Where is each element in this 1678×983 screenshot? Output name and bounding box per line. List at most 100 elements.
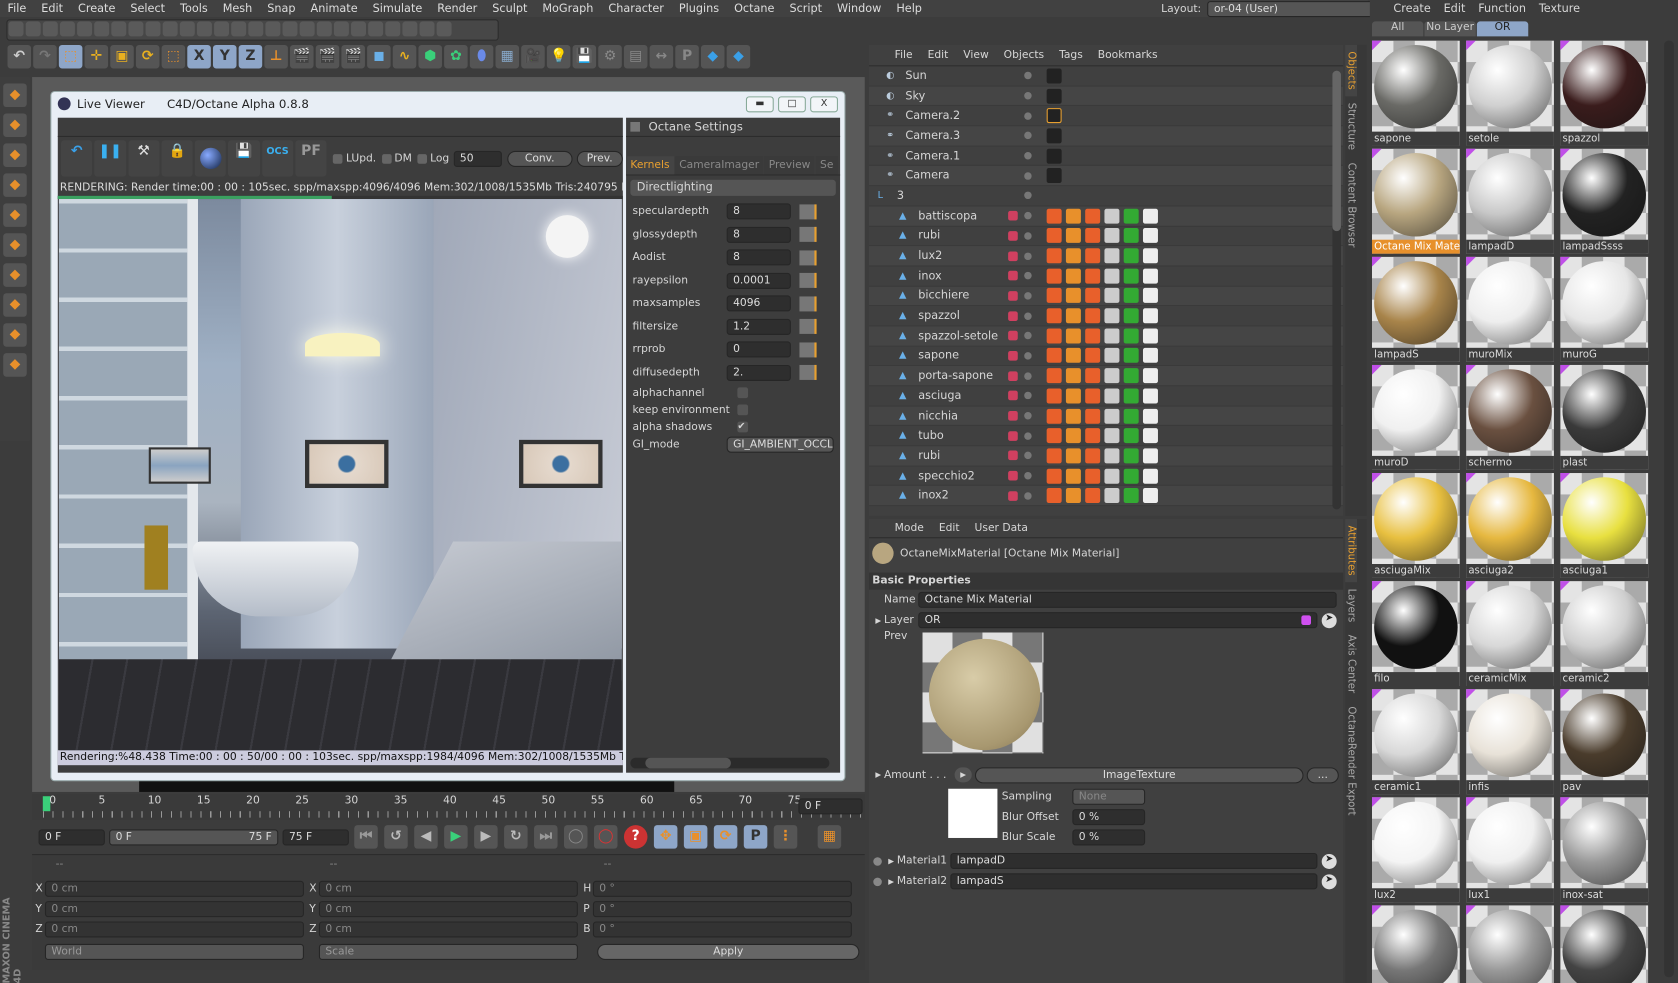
- material-swatch[interactable]: lampadSsss: [1560, 148, 1649, 254]
- sampling-dropdown[interactable]: None: [1072, 788, 1146, 805]
- material-tag-icon[interactable]: [1123, 248, 1139, 264]
- tool-icon[interactable]: [265, 21, 281, 37]
- material-tag-icon[interactable]: [1065, 348, 1081, 364]
- rotate-key-icon[interactable]: ⟳: [713, 825, 738, 849]
- pick-icon[interactable]: ➤: [1321, 873, 1337, 889]
- object-row[interactable]: ▲ rubi: [869, 226, 1344, 247]
- object-row[interactable]: ▲ inox2: [869, 486, 1344, 507]
- workplane-icon[interactable]: ◆: [3, 353, 27, 377]
- tweak-icon[interactable]: ◆: [3, 293, 27, 317]
- object-row[interactable]: ▲ bicchiere: [869, 286, 1344, 307]
- menu-simulate[interactable]: Simulate: [365, 2, 430, 15]
- material-tag-icon[interactable]: [1065, 248, 1081, 264]
- snap-lock-icon[interactable]: ◆: [3, 323, 27, 347]
- material-swatch[interactable]: ceramic1: [1371, 689, 1460, 795]
- layer-color[interactable]: [1008, 290, 1018, 301]
- material-swatch[interactable]: infis: [1466, 689, 1554, 795]
- material-tag-icon[interactable]: [1104, 428, 1120, 444]
- visibility-dot[interactable]: [1024, 312, 1032, 320]
- coord-rot-p-field[interactable]: 0 °: [592, 901, 852, 918]
- material-swatch[interactable]: setole: [1466, 40, 1554, 146]
- tool-icon[interactable]: [316, 21, 332, 37]
- layer-color[interactable]: [1008, 390, 1018, 401]
- param-slider[interactable]: [799, 319, 817, 335]
- x-axis-icon[interactable]: X: [187, 44, 211, 69]
- coord-size-y-field[interactable]: 0 cm: [318, 901, 578, 918]
- prev-button[interactable]: Prev.: [576, 150, 623, 167]
- timeline-ruler[interactable]: 0 5 10 15 20 25 30 35 40 45 50 55 60 65 70 75: [32, 794, 865, 820]
- object-row[interactable]: ▲ tubo: [869, 426, 1344, 447]
- layer-color[interactable]: [1008, 151, 1018, 161]
- layer-color[interactable]: [1008, 470, 1018, 481]
- render-picture-viewer-icon[interactable]: 🎬: [315, 44, 340, 69]
- param-slider[interactable]: [799, 365, 817, 381]
- tool-icon[interactable]: [77, 21, 93, 37]
- maximize-button[interactable]: □: [778, 95, 806, 112]
- object-row[interactable]: ⚭ Camera.3: [869, 126, 1344, 147]
- object-row[interactable]: L3: [869, 186, 1344, 207]
- save-ocs-icon[interactable]: OCS: [261, 140, 294, 177]
- material-tag-icon[interactable]: [1123, 428, 1139, 444]
- material-tag-icon[interactable]: [1104, 228, 1120, 244]
- tool-icon[interactable]: [368, 21, 384, 37]
- material-tag-icon[interactable]: [1104, 348, 1120, 364]
- material-tag-icon[interactable]: [1065, 488, 1081, 504]
- mm-menu-function[interactable]: Function: [1478, 2, 1526, 15]
- material-tag-icon[interactable]: [1142, 268, 1158, 284]
- mm-menu-create[interactable]: Create: [1393, 2, 1430, 15]
- material-tag-icon[interactable]: [1123, 228, 1139, 244]
- object-mode-icon[interactable]: ◆: [3, 113, 27, 137]
- side-tab-octanerender-export[interactable]: OctaneRender Export: [1345, 700, 1357, 822]
- tool-icon[interactable]: [419, 21, 435, 37]
- layer-color[interactable]: [1008, 270, 1018, 281]
- material-tag-icon[interactable]: [1085, 408, 1101, 424]
- material-tag-icon[interactable]: [1142, 488, 1158, 504]
- param-field[interactable]: 0: [726, 341, 791, 358]
- tools-icon[interactable]: ⚒: [127, 140, 160, 177]
- material-swatch[interactable]: spazzol: [1560, 40, 1649, 146]
- material-tag-icon[interactable]: [1085, 488, 1101, 504]
- material-tag-icon[interactable]: [1104, 468, 1120, 484]
- z-axis-icon[interactable]: Z: [238, 44, 263, 69]
- camera-icon[interactable]: 🎥: [521, 44, 545, 69]
- layer-color[interactable]: [1008, 71, 1018, 81]
- object-row[interactable]: ⚭ Camera.2: [869, 106, 1344, 127]
- psr-icon[interactable]: P: [675, 44, 699, 69]
- material-swatch[interactable]: ceramicMix: [1466, 581, 1554, 686]
- param-slider[interactable]: [799, 273, 817, 289]
- layer-color[interactable]: [1008, 91, 1018, 101]
- param-field[interactable]: 4096: [726, 295, 791, 312]
- tool-icon[interactable]: [128, 21, 144, 37]
- tool-icon[interactable]: [162, 21, 178, 37]
- menu-render[interactable]: Render: [430, 2, 485, 15]
- param-field[interactable]: 8: [726, 203, 791, 220]
- more-button[interactable]: ...: [1306, 766, 1339, 783]
- coord-size-x-field[interactable]: 0 cm: [318, 880, 578, 897]
- scale-icon[interactable]: ▣: [110, 44, 134, 69]
- material-swatch[interactable]: lux1: [1466, 797, 1554, 903]
- material-tag-icon[interactable]: [1046, 208, 1062, 224]
- material-swatch[interactable]: asciuga1: [1560, 473, 1649, 578]
- material-tag-icon[interactable]: [1085, 468, 1101, 484]
- current-frame-field[interactable]: 0 F: [798, 798, 863, 815]
- material-tag-icon[interactable]: [1085, 268, 1101, 284]
- tool-icon[interactable]: [59, 21, 75, 37]
- coord-pos-y-field[interactable]: 0 cm: [44, 901, 304, 918]
- object-row[interactable]: ▲ asciuga: [869, 386, 1344, 407]
- tool-icon[interactable]: [145, 21, 161, 37]
- material-tag-icon[interactable]: [1046, 328, 1062, 344]
- visibility-dot[interactable]: [1024, 432, 1032, 440]
- amount-expand-button[interactable]: ▶: [954, 767, 972, 783]
- object-row[interactable]: ◐ Sun: [869, 66, 1344, 87]
- menu-animate[interactable]: Animate: [303, 2, 365, 15]
- param-key-icon[interactable]: P: [743, 825, 768, 849]
- layer-color[interactable]: [1008, 330, 1018, 341]
- material-swatch[interactable]: asciugaMix: [1371, 473, 1460, 578]
- material-tag-icon[interactable]: [1046, 488, 1062, 504]
- live-selection-icon[interactable]: ⬚: [58, 44, 83, 69]
- tool-icon[interactable]: [333, 21, 349, 37]
- y-axis-icon[interactable]: Y: [212, 44, 237, 69]
- array-icon[interactable]: ✿: [444, 44, 468, 69]
- coord-size-z-field[interactable]: 0 cm: [318, 921, 578, 938]
- tab-kernels[interactable]: Kernels: [626, 156, 674, 175]
